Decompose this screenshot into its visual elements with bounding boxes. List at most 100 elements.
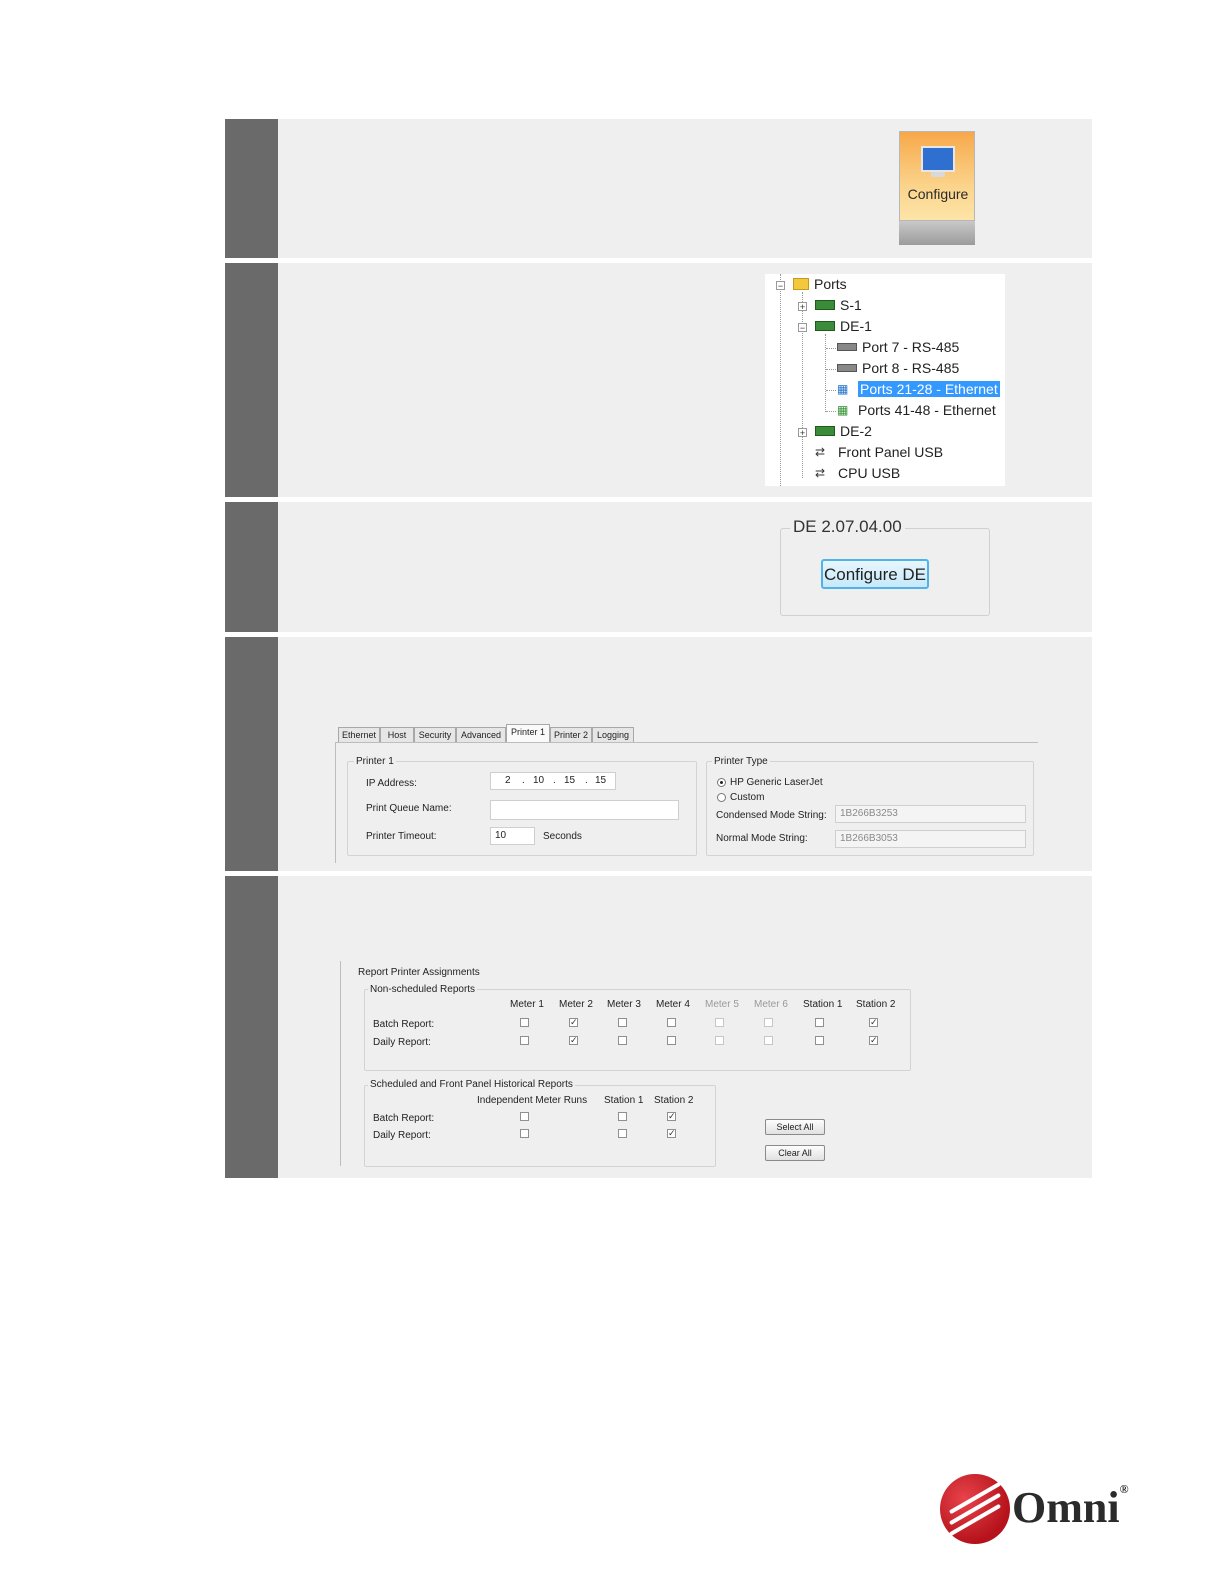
report-assignments-title: Report Printer Assignments: [358, 967, 480, 978]
collapse-icon[interactable]: −: [798, 323, 807, 333]
omni-logo-text: Omni®: [1012, 1482, 1129, 1533]
radio-hp-laserjet-label: HP Generic LaserJet: [730, 777, 823, 788]
tree-node-port8[interactable]: Port 8 - RS-485: [837, 360, 959, 376]
select-all-button[interactable]: Select All: [765, 1119, 825, 1135]
tab-printer-2[interactable]: Printer 2: [550, 727, 592, 742]
tab-printer-1[interactable]: Printer 1: [506, 724, 550, 742]
ports-tree[interactable]: − Ports + S-1 − DE-1 Port 7 - RS-485 Por…: [765, 274, 1005, 486]
report-checkbox[interactable]: [715, 1018, 724, 1027]
tree-label: S-1: [840, 297, 862, 313]
tree-label: DE-2: [840, 423, 872, 439]
board-icon: [815, 321, 835, 331]
tab-host[interactable]: Host: [380, 727, 414, 742]
report-checkbox[interactable]: [618, 1129, 627, 1138]
timeout-unit: Seconds: [543, 831, 582, 842]
tree-node-ports[interactable]: Ports: [793, 276, 847, 292]
step-content: Ethernet Host Security Advanced Printer …: [278, 637, 1092, 871]
tree-label: CPU USB: [838, 465, 901, 481]
report-checkbox[interactable]: [520, 1129, 529, 1138]
configure-de-button[interactable]: Configure DE: [821, 559, 929, 589]
report-checkbox[interactable]: [815, 1018, 824, 1027]
tree-line: [826, 348, 836, 349]
sched-daily-report-label: Daily Report:: [373, 1130, 431, 1141]
collapse-icon[interactable]: −: [776, 281, 785, 291]
report-checkbox[interactable]: ✓: [667, 1129, 676, 1138]
col-meter-3: Meter 3: [607, 999, 641, 1010]
tree-label: DE-1: [840, 318, 872, 334]
tree-node-front-usb[interactable]: ⇄ Front Panel USB: [815, 444, 943, 460]
tree-node-ports21[interactable]: ▦ Ports 21-28 - Ethernet: [837, 381, 1000, 397]
step-content: − Ports + S-1 − DE-1 Port 7 - RS-485 Por…: [278, 263, 1092, 497]
step-row-4: Ethernet Host Security Advanced Printer …: [225, 637, 1092, 871]
tree-node-ports41[interactable]: ▦ Ports 41-48 - Ethernet: [837, 402, 996, 418]
step-content: Configure: [278, 119, 1092, 258]
col-meter-4: Meter 4: [656, 999, 690, 1010]
col-meter-5: Meter 5: [705, 999, 739, 1010]
tree-label: Port 8 - RS-485: [862, 360, 960, 376]
step-row-5: Report Printer Assignments Non-scheduled…: [225, 876, 1092, 1178]
expand-icon[interactable]: +: [798, 428, 807, 438]
tree-node-de2[interactable]: DE-2: [815, 423, 872, 439]
report-checkbox[interactable]: [520, 1036, 529, 1045]
ip-address-label: IP Address:: [366, 778, 417, 789]
tree-line: [825, 334, 826, 412]
condensed-mode-input[interactable]: 1B266B3253: [835, 805, 1026, 823]
de-version-title: DE 2.07.04.00: [790, 517, 905, 537]
configure-button-base: [899, 221, 975, 245]
radio-custom[interactable]: [717, 793, 726, 802]
tree-line: [826, 411, 836, 412]
report-checkbox[interactable]: [667, 1036, 676, 1045]
report-checkbox[interactable]: [618, 1018, 627, 1027]
report-checkbox[interactable]: [520, 1112, 529, 1121]
tab-advanced[interactable]: Advanced: [456, 727, 506, 742]
sched-batch-report-label: Batch Report:: [373, 1113, 435, 1124]
configure-button[interactable]: Configure: [899, 131, 975, 245]
tab-ethernet[interactable]: Ethernet: [338, 727, 380, 742]
printer-type-title: Printer Type: [712, 756, 770, 767]
expand-icon[interactable]: +: [798, 302, 807, 312]
col-station-1: Station 1: [803, 999, 843, 1010]
step-content: DE 2.07.04.00 Configure DE: [278, 502, 1092, 632]
tree-node-cpu-usb[interactable]: ⇄ CPU USB: [815, 465, 900, 481]
report-checkbox[interactable]: ✓: [869, 1018, 878, 1027]
report-checkbox[interactable]: [815, 1036, 824, 1045]
ip-dot: .: [553, 775, 556, 786]
report-checkbox[interactable]: [667, 1018, 676, 1027]
report-checkbox[interactable]: [618, 1112, 627, 1121]
report-checkbox[interactable]: [764, 1018, 773, 1027]
report-checkbox[interactable]: ✓: [569, 1036, 578, 1045]
report-checkbox[interactable]: [618, 1036, 627, 1045]
ip-octet-3: 15: [564, 775, 576, 786]
col-sched-station-1: Station 1: [604, 1095, 644, 1106]
board-icon: [815, 426, 835, 436]
queue-name-input[interactable]: [490, 800, 679, 820]
report-checkbox[interactable]: ✓: [869, 1036, 878, 1045]
col-sched-station-2: Station 2: [654, 1095, 694, 1106]
radio-hp-laserjet[interactable]: [717, 778, 726, 787]
report-checkbox[interactable]: ✓: [667, 1112, 676, 1121]
board-icon: [815, 300, 835, 310]
tab-logging[interactable]: Logging: [592, 727, 634, 742]
tree-label: Ports: [814, 276, 847, 292]
daily-report-label: Daily Report:: [373, 1037, 431, 1048]
scheduled-title: Scheduled and Front Panel Historical Rep…: [368, 1079, 575, 1090]
report-checkbox[interactable]: [764, 1036, 773, 1045]
report-checkbox[interactable]: [520, 1018, 529, 1027]
tree-node-port7[interactable]: Port 7 - RS-485: [837, 339, 959, 355]
report-checkbox[interactable]: [715, 1036, 724, 1045]
timeout-input[interactable]: 10: [490, 827, 535, 845]
nonscheduled-title: Non-scheduled Reports: [368, 984, 478, 995]
ip-address-field[interactable]: 2 . 10 . 15 . 15: [490, 772, 616, 790]
tab-strip: Ethernet Host Security Advanced Printer …: [338, 724, 1038, 743]
tree-node-de1[interactable]: DE-1: [815, 318, 872, 334]
col-station-2: Station 2: [856, 999, 896, 1010]
folder-icon: [793, 278, 809, 290]
registered-mark: ®: [1119, 1482, 1129, 1496]
report-checkbox[interactable]: ✓: [569, 1018, 578, 1027]
normal-mode-input[interactable]: 1B266B3053: [835, 830, 1026, 848]
clear-all-button[interactable]: Clear All: [765, 1145, 825, 1161]
tree-line: [826, 369, 836, 370]
step-row-3: DE 2.07.04.00 Configure DE: [225, 502, 1092, 632]
tab-security[interactable]: Security: [414, 727, 456, 742]
tree-node-s1[interactable]: S-1: [815, 297, 862, 313]
